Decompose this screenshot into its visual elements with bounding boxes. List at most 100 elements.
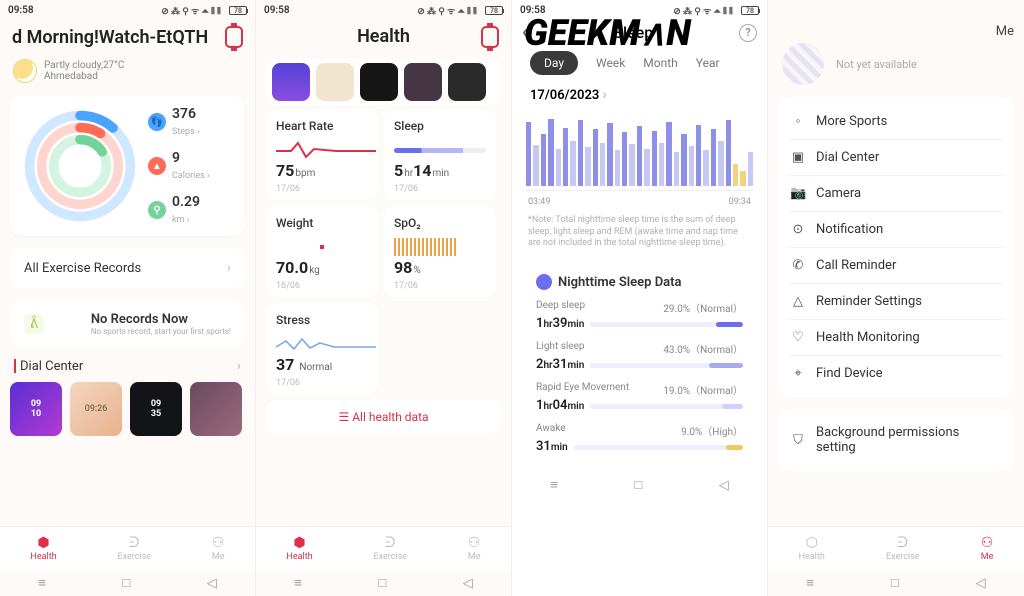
tab-me[interactable]: ⚇Me xyxy=(981,535,994,562)
steps-icon: 👣 xyxy=(148,113,166,131)
rem-row: Rapid Eye Movement19.0%（Normal） 1hr04min xyxy=(536,382,743,413)
me-item[interactable]: 📷Camera xyxy=(788,175,1004,211)
person-icon: ⚇ xyxy=(212,535,225,551)
runner-icon: ᕔ xyxy=(24,314,44,334)
rings-icon xyxy=(20,106,140,226)
me-item[interactable]: ⊙Notification xyxy=(788,211,1004,247)
me-item[interactable]: ⌖Find Device xyxy=(788,355,1004,391)
tab-me[interactable]: ⚇Me xyxy=(468,535,481,562)
health-panel: 09:58⊘ ⁂ ⚲ ᯤ ⏶ ⫴ ⫴ 78 Health Heart Rate … xyxy=(256,0,512,596)
sleep-bar xyxy=(593,129,598,186)
pin-icon: ⚲ xyxy=(148,201,166,219)
weight-card[interactable]: Weight 70.0kg 16/06 xyxy=(266,206,378,297)
dial-face[interactable] xyxy=(190,382,242,436)
tab-month[interactable]: Month xyxy=(643,56,677,70)
row-icon: ♡ xyxy=(790,330,806,345)
dial-strip[interactable] xyxy=(266,59,501,105)
dial-center-header[interactable]: Dial Center› xyxy=(0,354,255,378)
status-icons: ⊘ ⁂ ⚲ ᯤ ⏶ ⫴ ⫴ 78 xyxy=(161,4,247,17)
date-picker[interactable]: 17/06/2023 › xyxy=(512,83,767,107)
me-item[interactable]: ◦More Sports xyxy=(788,103,1004,139)
me-item[interactable]: ♡Health Monitoring xyxy=(788,319,1004,355)
weather-row[interactable]: Partly cloudy,27°CAhmedabad xyxy=(0,56,255,90)
sleep-bar xyxy=(629,144,634,186)
sleep-card[interactable]: Sleep 5hr14min 17/06 xyxy=(384,109,496,200)
sleep-stage-chart[interactable] xyxy=(526,111,753,191)
sleep-bar xyxy=(718,141,723,186)
tab-health[interactable]: ⬢Health xyxy=(30,535,56,562)
activity-rings-card[interactable]: 👣376Steps › ▲9Calories › ⚲0.29km › xyxy=(10,96,245,236)
sleep-bar xyxy=(748,152,753,186)
health-title: Health xyxy=(357,26,410,47)
stress-card[interactable]: Stress 37 Normal 17/06 xyxy=(266,303,378,394)
sleep-bar xyxy=(689,146,694,187)
me-header: Me xyxy=(768,18,1024,39)
dial-face[interactable]: 0910 xyxy=(10,382,62,436)
bg-perm-card[interactable]: ⛉Background permissions setting xyxy=(778,409,1014,471)
me-item[interactable]: △Reminder Settings xyxy=(788,283,1004,319)
home-icon[interactable]: □ xyxy=(122,575,130,591)
sleep-bar xyxy=(652,131,657,187)
no-records-card[interactable]: ᕔ No Records NowNo sports record, start … xyxy=(10,300,245,348)
row-icon: △ xyxy=(790,294,806,309)
tab-exercise[interactable]: ᕭExercise xyxy=(886,535,920,562)
recent-icon[interactable]: ≡ xyxy=(38,575,46,591)
bottom-tabs: ⬢Health ᕭExercise ⚇Me xyxy=(0,526,255,570)
back-icon[interactable]: ◁ xyxy=(207,576,217,591)
sleep-bar xyxy=(711,129,716,186)
dial-faces[interactable]: 0910 09:26 0935 xyxy=(0,378,255,436)
awake-row: Awake9.0%（High） 31min xyxy=(536,423,743,454)
tab-health[interactable]: ⬢Health xyxy=(286,535,312,562)
sleep-bar xyxy=(703,150,708,186)
spo2-card[interactable]: SpO₂ 98% 17/06 xyxy=(384,206,496,297)
sleep-bar xyxy=(622,132,627,186)
home-panel: 09:58 ⊘ ⁂ ⚲ ᯤ ⏶ ⫴ ⫴ 78 d Morning!Watch-E… xyxy=(0,0,256,596)
row-icon: ◦ xyxy=(790,113,806,129)
all-exercise-row[interactable]: All Exercise Records› xyxy=(10,248,245,288)
sleep-bar xyxy=(659,143,664,187)
sleep-bar xyxy=(740,171,745,186)
watch-icon[interactable] xyxy=(225,26,243,48)
greeting-header: d Morning!Watch-EtQTH xyxy=(0,18,255,56)
bottom-tabs: ⬡Health ᕭExercise ⚇Me xyxy=(768,526,1024,570)
me-item[interactable]: ✆Call Reminder xyxy=(788,247,1004,283)
row-icon: ▣ xyxy=(790,150,806,165)
weather-icon xyxy=(14,60,36,82)
android-navbar: ≡ □ ◁ xyxy=(0,570,255,596)
tab-exercise[interactable]: ᕭExercise xyxy=(373,535,407,562)
me-item[interactable]: ▣Dial Center xyxy=(788,139,1004,175)
sleep-bar xyxy=(674,152,679,187)
dial-face[interactable]: 0935 xyxy=(130,382,182,436)
sleep-bar xyxy=(533,145,538,186)
avatar[interactable] xyxy=(782,43,824,85)
tab-me[interactable]: ⚇Me xyxy=(212,535,225,562)
dial-face[interactable]: 09:26 xyxy=(70,382,122,436)
sleep-detail-panel: 09:58⊘ ⁂ ⚲ ᯤ ⏶ ⫴ ⫴ 78 ‹ Sleep ? Day Week… xyxy=(512,0,768,596)
sleep-bar xyxy=(637,126,642,186)
tab-health[interactable]: ⬡Health xyxy=(799,535,825,562)
sleep-bar xyxy=(681,134,686,187)
tab-year[interactable]: Year xyxy=(696,56,720,70)
greeting-text: d Morning!Watch-EtQTH xyxy=(12,27,208,48)
flame-icon: ▲ xyxy=(148,157,166,175)
battery-icon: 78 xyxy=(229,6,247,15)
all-health-data-button[interactable]: ☰ All health data xyxy=(266,400,501,434)
sleep-bar xyxy=(578,120,583,186)
sleep-bar xyxy=(696,125,701,187)
moon-icon xyxy=(536,274,552,290)
watch-icon[interactable] xyxy=(481,26,499,48)
tab-week[interactable]: Week xyxy=(596,56,625,70)
tab-exercise[interactable]: ᕭExercise xyxy=(117,535,151,562)
heart-rate-card[interactable]: Heart Rate 75bpm 17/06 xyxy=(266,109,378,200)
steps-stat: 👣376Steps › xyxy=(148,106,235,138)
geekman-watermark: GEEKM∧N xyxy=(524,12,691,54)
sleep-bar xyxy=(556,149,561,187)
help-icon[interactable]: ? xyxy=(739,24,757,42)
row-icon: ✆ xyxy=(790,258,806,273)
tab-day[interactable]: Day xyxy=(530,51,578,75)
sleep-bar xyxy=(666,122,671,187)
sleep-bar xyxy=(733,164,738,187)
sleep-bar xyxy=(600,143,605,187)
not-available: Not yet available xyxy=(836,58,917,71)
bottom-tabs: ⬢Health ᕭExercise ⚇Me xyxy=(256,526,511,570)
